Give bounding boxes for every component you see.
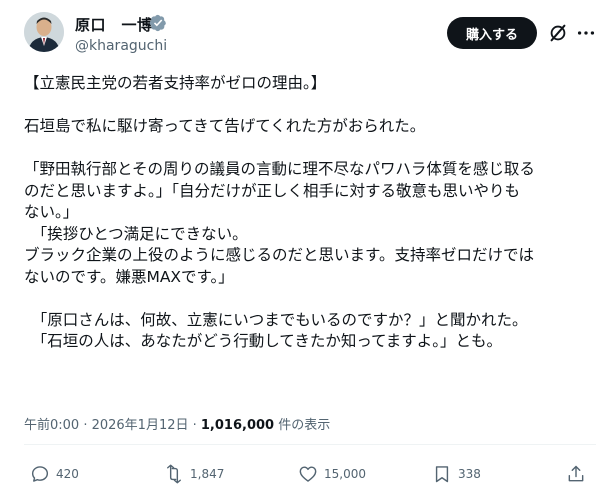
- more-options-icon[interactable]: [575, 22, 597, 44]
- bookmark-count: 338: [458, 467, 481, 481]
- post-line: [24, 95, 604, 117]
- post-line: 「石垣の人は、あなたがどう行動してきたか知ってますよ。」とも。: [24, 332, 503, 350]
- post-line: 石垣島で私に駆け寄ってきて告げてくれた方がおられた。: [24, 117, 426, 135]
- post-line: ブラック企業の上役のように感じるのだと思います。支持率ゼロだけでは: [24, 246, 534, 264]
- reply-button[interactable]: 420: [30, 463, 79, 485]
- author-name[interactable]: 原口 一博: [75, 14, 153, 35]
- share-icon: [568, 465, 584, 482]
- post-meta: 午前0:00 · 2026年1月12日 · 1,016,000 件の表示: [24, 414, 330, 433]
- like-button[interactable]: 15,000: [298, 463, 366, 485]
- buy-button[interactable]: 購入する: [447, 17, 537, 49]
- heart-icon: [299, 466, 317, 482]
- post-line: 【立憲民主党の若者支持率がゼロの理由。】: [24, 74, 327, 92]
- bookmark-icon: [435, 466, 449, 483]
- verified-badge-icon: [149, 14, 166, 32]
- author-handle[interactable]: @kharaguchi: [75, 38, 167, 54]
- reply-icon: [31, 466, 49, 482]
- post-line: [24, 288, 604, 310]
- post-line: 「挨拶ひとつ満足にできない。: [24, 224, 248, 243]
- post-line: ないのです。嫌悪MAXです。」: [24, 267, 234, 286]
- post-timestamp[interactable]: 午前0:00 · 2026年1月12日 ·: [24, 418, 201, 433]
- divider: [24, 444, 596, 445]
- repost-count: 1,847: [190, 467, 225, 481]
- grok-icon[interactable]: [547, 22, 569, 44]
- post-line: [24, 138, 604, 160]
- post-line: ない。」: [24, 203, 79, 221]
- view-count-label: 件の表示: [274, 418, 331, 433]
- repost-button[interactable]: 1,847: [164, 463, 224, 485]
- reply-count: 420: [56, 467, 79, 481]
- repost-icon: [167, 464, 181, 484]
- avatar[interactable]: [24, 12, 64, 52]
- post-line: 「原口さんは、何故、立憲にいつまでもいるのですか？」と聞かれた。: [24, 310, 528, 329]
- post-line: のだと思いますよ。」「自分だけが正しく相手に対する敬意も思いやりも: [24, 181, 521, 200]
- avatar-photo: [24, 12, 64, 52]
- like-count: 15,000: [324, 467, 366, 481]
- share-button[interactable]: [566, 463, 592, 485]
- post-line: 「野田執行部とその周りの議員の言動に理不尽なパワハラ体質を感じ取る: [24, 160, 535, 178]
- bookmark-button[interactable]: 338: [432, 463, 481, 485]
- post-text: 【立憲民主党の若者支持率がゼロの理由。】 石垣島で私に駆け寄ってきて告げてくれた…: [24, 73, 604, 353]
- view-count: 1,016,000: [200, 418, 275, 433]
